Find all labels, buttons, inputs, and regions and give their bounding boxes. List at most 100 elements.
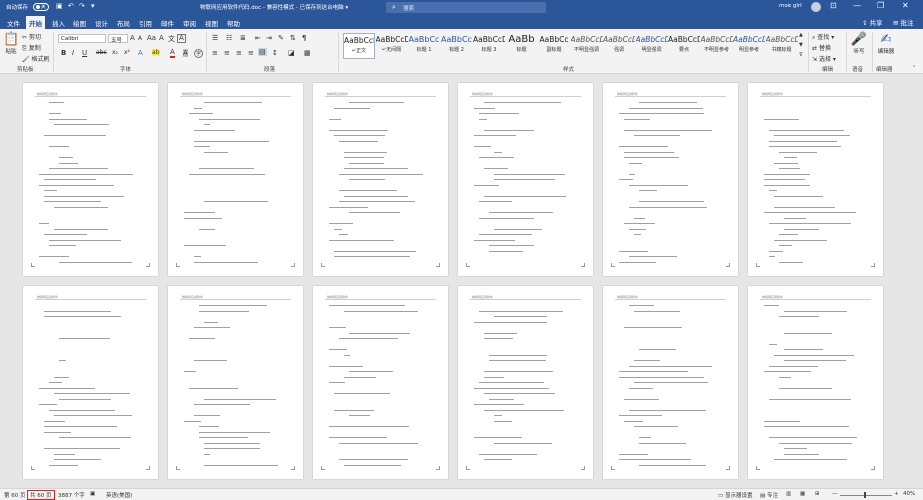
justify-icon[interactable]: ≡ xyxy=(248,49,254,57)
align-center-icon[interactable]: ≡ xyxy=(224,49,230,57)
dictate-button[interactable]: 🎤 听写 xyxy=(850,32,868,55)
multilevel-list-icon[interactable]: ≣ xyxy=(240,34,246,42)
shading-icon[interactable]: ◪ xyxy=(288,49,295,57)
tab-home[interactable]: 开始 xyxy=(26,16,45,29)
gallery-down-icon[interactable]: ▼ xyxy=(799,42,803,48)
document-page[interactable]: 物联网应用软件 xyxy=(603,286,738,479)
document-title[interactable]: 物联网应用软件代码.doc - 兼容性模式 - 已保存到这台电脑 ▾ xyxy=(200,3,348,11)
phonetic-guide-icon[interactable]: 文 xyxy=(168,34,175,44)
document-page[interactable]: 物联网应用软件 xyxy=(168,83,303,276)
web-layout-icon[interactable]: ⊞ xyxy=(815,491,820,497)
tab-view[interactable]: 视图 xyxy=(202,17,221,29)
document-page[interactable]: 物联网应用软件 xyxy=(313,286,448,479)
style-item[interactable]: AaBbCcDc 明显参考 xyxy=(733,33,765,59)
word-count[interactable]: 3887 个字 xyxy=(58,491,85,499)
style-item[interactable]: AaBbCcDc 不明显参考 xyxy=(701,33,733,59)
paste-button[interactable]: 📋 粘贴 xyxy=(3,32,19,55)
highlight-icon[interactable]: ab xyxy=(152,49,160,56)
document-page[interactable]: 物联网应用软件 xyxy=(23,286,158,479)
focus-mode[interactable]: ▤ 专注 xyxy=(760,491,778,499)
zoom-level[interactable]: 40% xyxy=(903,491,915,497)
tab-mailings[interactable]: 邮件 xyxy=(158,17,177,29)
restore-button[interactable]: ❐ xyxy=(877,1,884,10)
minimize-button[interactable]: — xyxy=(853,1,861,10)
font-color-icon[interactable]: A xyxy=(170,49,175,58)
document-page[interactable]: 物联网应用软件 xyxy=(603,83,738,276)
style-item[interactable]: AaBbCcDc 明显强调 xyxy=(636,33,668,59)
zoom-slider-thumb[interactable] xyxy=(864,492,866,498)
distributed-icon[interactable]: ▤ xyxy=(258,48,267,56)
style-item[interactable]: AaBbCcDc 标题 3 xyxy=(473,33,505,59)
strikethrough-button[interactable]: abc xyxy=(96,49,107,56)
shrink-font-icon[interactable]: A xyxy=(138,35,142,42)
gallery-up-icon[interactable]: ▲ xyxy=(799,32,803,38)
decrease-indent-icon[interactable]: ⇤ xyxy=(255,34,261,42)
editor-button[interactable]: ✍ 编辑器 xyxy=(876,32,896,55)
document-page[interactable]: 物联网应用软件 xyxy=(168,286,303,479)
subscript-button[interactable]: x₂ xyxy=(112,49,118,56)
tab-layout[interactable]: 布局 xyxy=(114,17,133,29)
document-page[interactable]: 物联网应用软件 xyxy=(313,83,448,276)
change-case-icon[interactable]: Aa xyxy=(147,34,156,42)
display-settings[interactable]: ▭ 显示器设置 xyxy=(718,491,752,499)
grow-font-icon[interactable]: A xyxy=(130,34,135,42)
document-page[interactable]: 物联网应用软件 xyxy=(748,83,883,276)
zoom-slider[interactable] xyxy=(840,495,892,496)
page-total[interactable]: 共 60 页 xyxy=(27,490,55,500)
gallery-more-icon[interactable]: ⊽ xyxy=(799,52,803,58)
style-item[interactable]: AaBbCc 副标题 xyxy=(538,33,570,59)
style-item[interactable]: AaBbCc 标题 1 xyxy=(408,33,440,59)
page-number[interactable]: 第 60 页 xyxy=(4,491,26,499)
document-area[interactable]: 物联网应用软件 物联网应用软件 物联网应用软件 物联网应用软件 物联网应用软件 物联网应用… xyxy=(0,75,923,488)
document-page[interactable]: 物联网应用软件 xyxy=(458,83,593,276)
style-item[interactable]: AaBbCcDc 不明显强调 xyxy=(571,33,603,59)
close-button[interactable]: ✕ xyxy=(902,1,909,10)
share-button[interactable]: ⇪ 共享 xyxy=(862,17,883,27)
read-mode-icon[interactable]: ▥ xyxy=(786,491,791,497)
bold-button[interactable]: B xyxy=(61,49,66,57)
font-size-combo[interactable]: 五号 xyxy=(108,34,128,44)
tab-references[interactable]: 引用 xyxy=(136,17,155,29)
style-item[interactable]: AaBbCcDc 强调 xyxy=(603,33,635,59)
style-item[interactable]: AaBbCcDd ↵无间隔 xyxy=(376,33,408,59)
tab-help[interactable]: 帮助 xyxy=(224,17,243,29)
enclose-characters-icon[interactable]: 字 xyxy=(194,49,204,58)
italic-button[interactable]: I xyxy=(72,49,74,57)
ribbon-display-icon[interactable]: ⊡ xyxy=(830,1,837,10)
avatar[interactable] xyxy=(811,2,821,12)
character-shading-icon[interactable]: A xyxy=(183,49,188,57)
cut-button[interactable]: ✂ 剪切 xyxy=(22,32,41,41)
print-layout-icon[interactable]: ▦ xyxy=(800,491,805,497)
style-item[interactable]: AaBbCcDc 书籍标题 xyxy=(766,33,798,59)
undo-icon[interactable]: ↶ xyxy=(68,2,74,10)
replace-button[interactable]: ⇄ 替换 xyxy=(812,43,831,52)
document-page[interactable]: 物联网应用软件 xyxy=(748,286,883,479)
document-page[interactable]: 物联网应用软件 xyxy=(23,83,158,276)
align-left-icon[interactable]: ≡ xyxy=(212,49,218,57)
superscript-button[interactable]: x² xyxy=(124,49,130,56)
collapse-ribbon-icon[interactable]: ⌃ xyxy=(912,65,916,71)
language[interactable]: 英语(美国) xyxy=(106,491,132,499)
align-right-icon[interactable]: ≡ xyxy=(236,49,242,57)
style-item[interactable]: AaBbCcDc 要点 xyxy=(668,33,700,59)
search-box[interactable]: ⌕ 搜索 xyxy=(386,2,546,13)
comments-button[interactable]: ✉ 批注 xyxy=(893,17,914,27)
text-effects-icon[interactable]: A xyxy=(138,49,143,57)
clear-formatting-icon[interactable]: A xyxy=(159,34,164,42)
tab-design[interactable]: 设计 xyxy=(92,17,111,29)
underline-button[interactable]: U xyxy=(82,49,87,57)
bullets-icon[interactable]: ☰ xyxy=(212,34,218,42)
document-page[interactable]: 物联网应用软件 xyxy=(458,286,593,479)
copy-button[interactable]: ⎘ 复制 xyxy=(22,43,41,53)
chinese-layout-icon[interactable]: ✎ xyxy=(278,34,284,42)
character-border-icon[interactable]: A xyxy=(177,34,186,43)
proofing-icon[interactable]: ▣ xyxy=(90,491,95,497)
select-button[interactable]: ⇲ 选择 ▾ xyxy=(812,54,836,63)
find-button[interactable]: ⌕ 查找 ▾ xyxy=(812,32,834,42)
format-painter-button[interactable]: 🖌 格式刷 xyxy=(22,54,50,63)
tab-draw[interactable]: 绘图 xyxy=(70,17,89,29)
redo-icon[interactable]: ↷ xyxy=(79,2,85,10)
tab-insert[interactable]: 插入 xyxy=(49,17,68,29)
borders-icon[interactable]: ▦ xyxy=(304,49,311,57)
line-spacing-icon[interactable]: ↕ xyxy=(272,49,278,57)
